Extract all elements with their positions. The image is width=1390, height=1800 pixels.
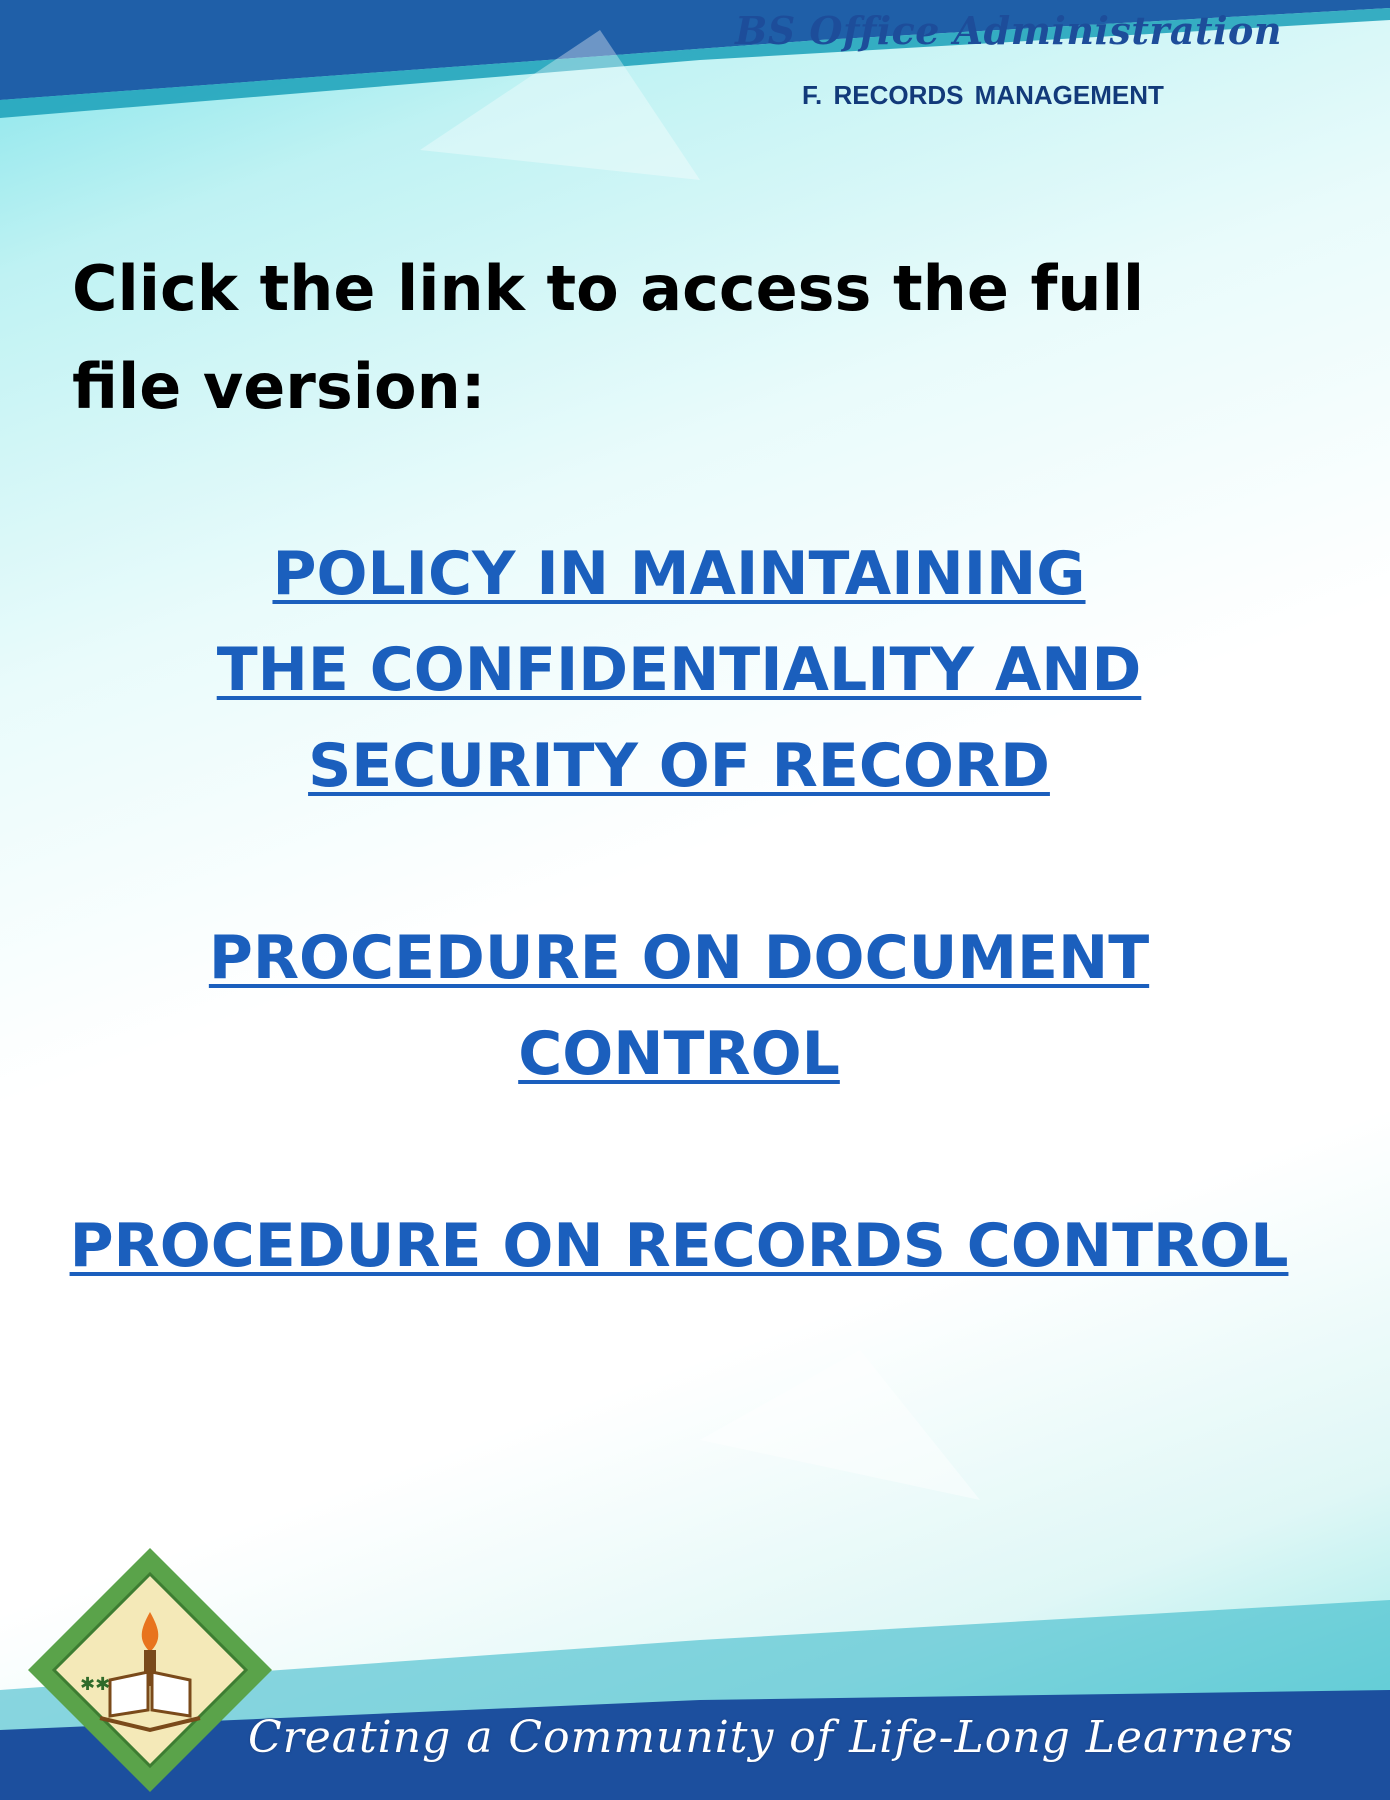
program-title: BS Office Administration [735, 8, 1282, 53]
link-line: PROCEDURE ON RECORDS CONTROL [69, 1211, 1289, 1281]
link-line: THE CONFIDENTIALITY AND [216, 635, 1142, 705]
book-right-icon [150, 1670, 192, 1718]
link-line: SECURITY OF RECORD [308, 731, 1050, 801]
background-shard [700, 1350, 980, 1500]
background-shard [420, 30, 700, 180]
link-line: POLICY IN MAINTAINING [272, 539, 1086, 609]
footer-motto: Creating a Community of Life-Long Learne… [248, 1712, 1295, 1763]
records-control-link[interactable]: PROCEDURE ON RECORDS CONTROL [0, 1198, 1358, 1294]
document-control-link[interactable]: PROCEDURE ON DOCUMENT CONTROL [0, 910, 1358, 1102]
seal-glyph: ✱✱ [80, 1674, 110, 1695]
policy-confidentiality-link[interactable]: POLICY IN MAINTAINING THE CONFIDENTIALIT… [0, 526, 1358, 814]
section-title: F. RECORDS MANAGEMENT [802, 80, 1164, 110]
instruction-text: Click the link to access the full file v… [72, 252, 1145, 423]
link-list: POLICY IN MAINTAINING THE CONFIDENTIALIT… [0, 526, 1358, 1294]
link-line: PROCEDURE ON DOCUMENT [208, 923, 1150, 993]
link-line: CONTROL [518, 1019, 840, 1089]
university-seal-logo: ✱✱ [28, 1548, 272, 1792]
book-left-icon [108, 1670, 150, 1718]
